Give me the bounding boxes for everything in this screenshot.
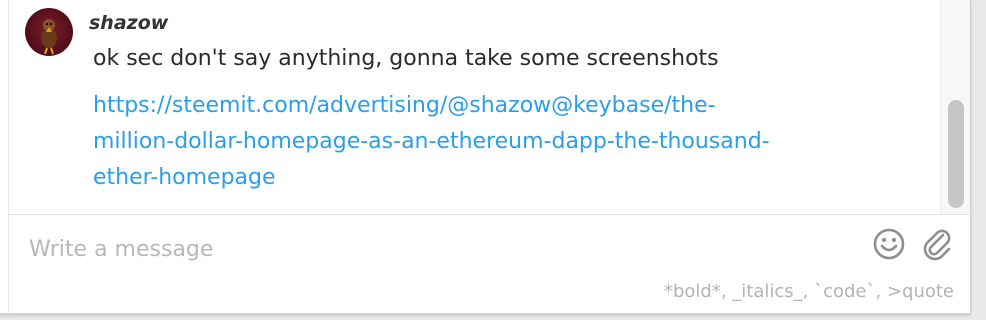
avatar[interactable] (25, 8, 73, 56)
smiley-icon (873, 228, 905, 260)
message-list: shazow ok sec don't say anything, gonna … (9, 0, 940, 214)
attach-button[interactable] (919, 226, 955, 262)
message-link-line[interactable]: ether-homepage (93, 160, 770, 196)
turkey-avatar-icon (41, 19, 57, 55)
message-link-line[interactable]: million-dollar-homepage-as-an-ethereum-d… (93, 124, 770, 160)
scrollbar-thumb[interactable] (948, 100, 964, 208)
chat-window: shazow ok sec don't say anything, gonna … (0, 0, 971, 314)
message-link-line[interactable]: https://steemit.com/advertising/@shazow@… (93, 88, 770, 124)
message-author[interactable]: shazow (89, 12, 168, 34)
message-text: ok sec don't say anything, gonna take so… (93, 46, 719, 71)
emoji-button[interactable] (871, 226, 907, 262)
format-hint: *bold*, _italics_, `code`, >quote (663, 281, 954, 302)
message-link[interactable]: https://steemit.com/advertising/@shazow@… (93, 88, 770, 196)
paperclip-icon (923, 229, 951, 261)
message-input[interactable] (21, 229, 857, 269)
composer: *bold*, _italics_, `code`, >quote (9, 215, 970, 313)
